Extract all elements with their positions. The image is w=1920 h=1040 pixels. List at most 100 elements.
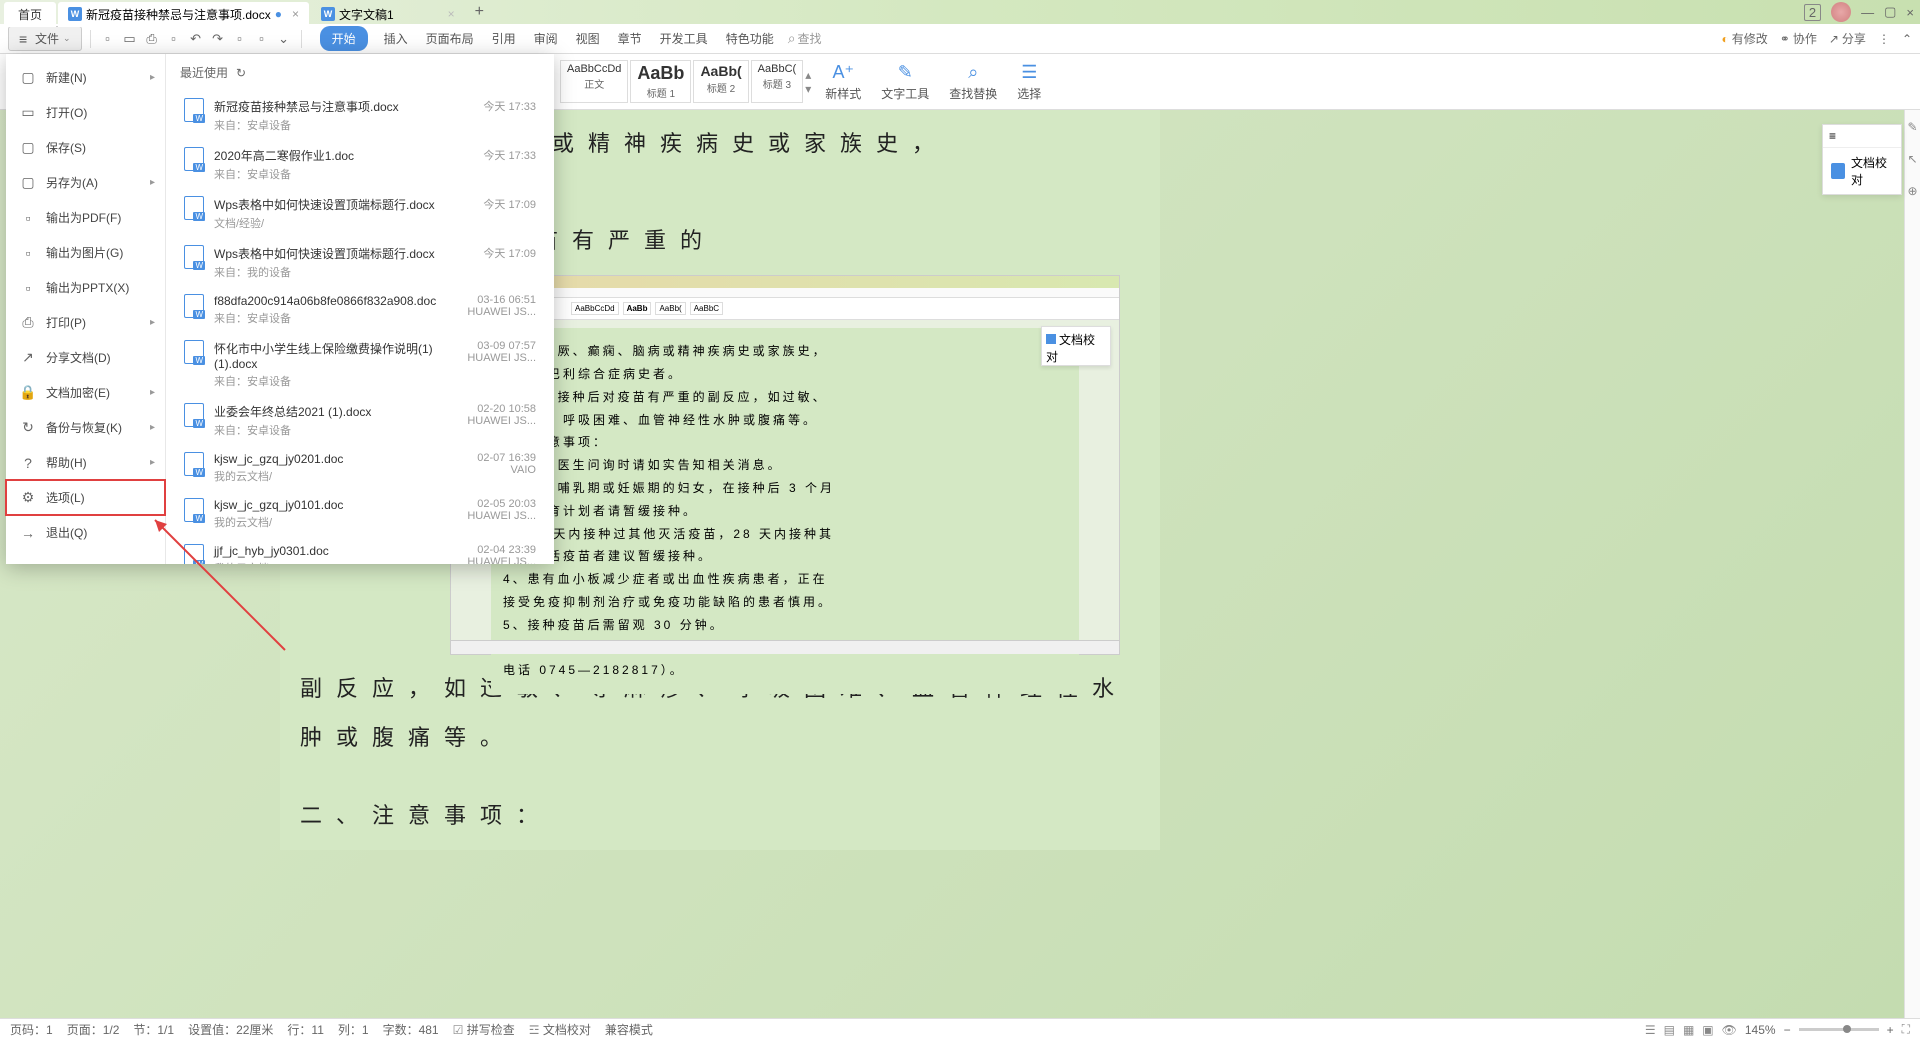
print-icon[interactable]: ⎙ [143, 30, 161, 48]
cursor-icon[interactable]: ↖ [1907, 152, 1917, 166]
file-menu-button[interactable]: 文件⌄ [8, 26, 82, 51]
file-menu-item-0[interactable]: ▢新建(N)▸ [6, 60, 165, 95]
select-button[interactable]: ☰选择 [1011, 62, 1047, 102]
avatar[interactable] [1831, 2, 1851, 22]
share-button[interactable]: ↗分享 [1829, 30, 1866, 47]
doc-file-icon [184, 294, 204, 318]
tab-review[interactable]: 审阅 [532, 26, 560, 51]
tab-start[interactable]: 开始 [320, 26, 368, 51]
paste-icon[interactable]: ▫ [231, 30, 249, 48]
view2-icon[interactable]: ▤ [1664, 1023, 1675, 1037]
file-menu-item-4[interactable]: ▫输出为PDF(F) [6, 200, 165, 235]
chevron-down-icon[interactable]: ▾ [805, 82, 811, 96]
file-menu-item-9[interactable]: 🔒文档加密(E)▸ [6, 375, 165, 410]
tab-special[interactable]: 特色功能 [724, 26, 776, 51]
sb-proof[interactable]: ☲ 文档校对 [529, 1021, 591, 1038]
recent-label: 最近使用 [180, 64, 228, 81]
file-menu-item-3[interactable]: ▢另存为(A)▸ [6, 165, 165, 200]
tab-document-2[interactable]: W 文字文稿1 × [311, 2, 465, 27]
recent-item[interactable]: jjf_jc_hyb_jy0301.doc我的云文档/02-04 23:39HU… [180, 537, 540, 564]
tab-document-active[interactable]: W 新冠疫苗接种禁忌与注意事项.docx ● × [58, 2, 309, 27]
collab-button[interactable]: ⚭协作 [1780, 30, 1817, 47]
preview-icon[interactable]: ▫ [165, 30, 183, 48]
tab-insert[interactable]: 插入 [382, 26, 410, 51]
file-menu-item-12[interactable]: ⚙选项(L) [6, 480, 165, 515]
more-icon[interactable]: ⋮ [1878, 32, 1890, 46]
recent-item[interactable]: 业委会年终总结2021 (1).docx来自：安卓设备02-20 10:58HU… [180, 396, 540, 445]
view4-icon[interactable]: ▣ [1702, 1023, 1713, 1037]
minimize-icon[interactable]: — [1861, 5, 1874, 20]
redo-icon[interactable]: ↷ [209, 30, 227, 48]
new-style-button[interactable]: A⁺新样式 [819, 62, 867, 102]
sb-pages[interactable]: 页面：1/2 [67, 1021, 120, 1038]
eye-icon[interactable]: 👁 [1722, 1023, 1737, 1037]
recent-item[interactable]: 2020年高二寒假作业1.doc来自：安卓设备今天 17:33 [180, 140, 540, 189]
doc-file-icon [184, 196, 204, 220]
zoom-in-icon[interactable]: + [1887, 1023, 1894, 1037]
file-menu-item-11[interactable]: ?帮助(H)▸ [6, 445, 165, 480]
fullscreen-icon[interactable]: ⛶ [1902, 1022, 1910, 1037]
refresh-icon[interactable]: ↻ [236, 66, 246, 80]
file-menu-item-2[interactable]: ▢保存(S) [6, 130, 165, 165]
open-icon[interactable]: ▭ [121, 30, 139, 48]
maximize-icon[interactable]: ▢ [1884, 4, 1896, 20]
style-h3[interactable]: AaBbC(标题 3 [751, 60, 804, 103]
file-menu-item-8[interactable]: ↗分享文档(D) [6, 340, 165, 375]
style-normal[interactable]: AaBbCcDd正文 [560, 60, 628, 103]
recent-source: 来自：安卓设备 [214, 166, 436, 182]
format-icon[interactable]: ▫ [253, 30, 271, 48]
save-icon[interactable]: ▫ [99, 30, 117, 48]
menu-item-icon: ▫ [20, 245, 36, 261]
changes-button[interactable]: ◐有修改 [1722, 30, 1768, 47]
tab-reference[interactable]: 引用 [490, 26, 518, 51]
menu-item-label: 选项(L) [46, 489, 85, 506]
view1-icon[interactable]: ☰ [1645, 1023, 1656, 1037]
more-icon[interactable]: ⌄ [275, 30, 293, 48]
tab-section[interactable]: 章节 [616, 26, 644, 51]
recent-item[interactable]: 怀化市中小学生线上保险缴费操作说明(1)(1).docx来自：安卓设备03-09… [180, 333, 540, 396]
file-menu-item-6[interactable]: ▫输出为PPTX(X) [6, 270, 165, 305]
recent-item[interactable]: f88dfa200c914a06b8fe0866f832a908.doc来自：安… [180, 287, 540, 333]
titlebar: 首页 W 新冠疫苗接种禁忌与注意事项.docx ● × W 文字文稿1 × + … [0, 0, 1920, 24]
file-menu-item-7[interactable]: ⎙打印(P)▸ [6, 305, 165, 340]
search-icon: ⌕ [968, 62, 978, 83]
tab-layout[interactable]: 页面布局 [424, 26, 476, 51]
file-menu-item-10[interactable]: ↻备份与恢复(K)▸ [6, 410, 165, 445]
notification-badge[interactable]: 2 [1804, 4, 1821, 21]
recent-item[interactable]: kjsw_jc_gzq_jy0201.doc我的云文档/02-07 16:39V… [180, 445, 540, 491]
zoom-out-icon[interactable]: − [1784, 1023, 1791, 1037]
chevron-up-icon[interactable]: ▴ [805, 68, 811, 82]
globe-icon[interactable]: ⊕ [1907, 184, 1917, 198]
tab-home[interactable]: 首页 [4, 2, 56, 27]
style-h2[interactable]: AaBb(标题 2 [693, 60, 748, 103]
sidepanel-proofread[interactable]: 文档校对 [1823, 148, 1901, 194]
recent-item[interactable]: 新冠疫苗接种禁忌与注意事项.docx来自：安卓设备今天 17:33 [180, 91, 540, 140]
side-panel-collapse[interactable]: ≡ [1823, 125, 1901, 148]
file-menu-item-1[interactable]: ▭打开(O) [6, 95, 165, 130]
file-menu-item-13[interactable]: →退出(Q) [6, 515, 165, 550]
sb-spell[interactable]: ☑ 拼写检查 [453, 1021, 515, 1038]
recent-item[interactable]: kjsw_jc_gzq_jy0101.doc我的云文档/02-05 20:03H… [180, 491, 540, 537]
recent-item[interactable]: Wps表格中如何快速设置顶端标题行.docx文档/经验/今天 17:09 [180, 189, 540, 238]
sb-page-num[interactable]: 页码：1 [10, 1021, 53, 1038]
new-tab-button[interactable]: + [465, 0, 494, 25]
undo-icon[interactable]: ↶ [187, 30, 205, 48]
recent-item[interactable]: Wps表格中如何快速设置顶端标题行.docx来自：我的设备今天 17:09 [180, 238, 540, 287]
close-window-icon[interactable]: × [1906, 5, 1914, 20]
doc-text: 肿或腹痛等。 [300, 714, 1140, 762]
tab-view[interactable]: 视图 [574, 26, 602, 51]
tab-dev[interactable]: 开发工具 [658, 26, 710, 51]
style-h1[interactable]: AaBb标题 1 [630, 60, 691, 103]
chevron-up-icon[interactable]: ⌃ [1902, 32, 1912, 46]
file-menu-item-5[interactable]: ▫输出为图片(G) [6, 235, 165, 270]
zoom-slider[interactable] [1799, 1028, 1879, 1031]
close-icon[interactable]: × [292, 7, 299, 21]
zoom-level[interactable]: 145% [1745, 1023, 1776, 1037]
view3-icon[interactable]: ▦ [1683, 1023, 1694, 1037]
pencil-icon[interactable]: ✎ [1907, 120, 1917, 134]
text-tool-button[interactable]: ✎文字工具 [875, 62, 935, 102]
close-icon[interactable]: × [448, 7, 455, 21]
search-input[interactable]: 查找 [788, 30, 822, 47]
find-replace-button[interactable]: ⌕查找替换 [943, 62, 1003, 102]
sb-words[interactable]: 字数：481 [383, 1021, 439, 1038]
